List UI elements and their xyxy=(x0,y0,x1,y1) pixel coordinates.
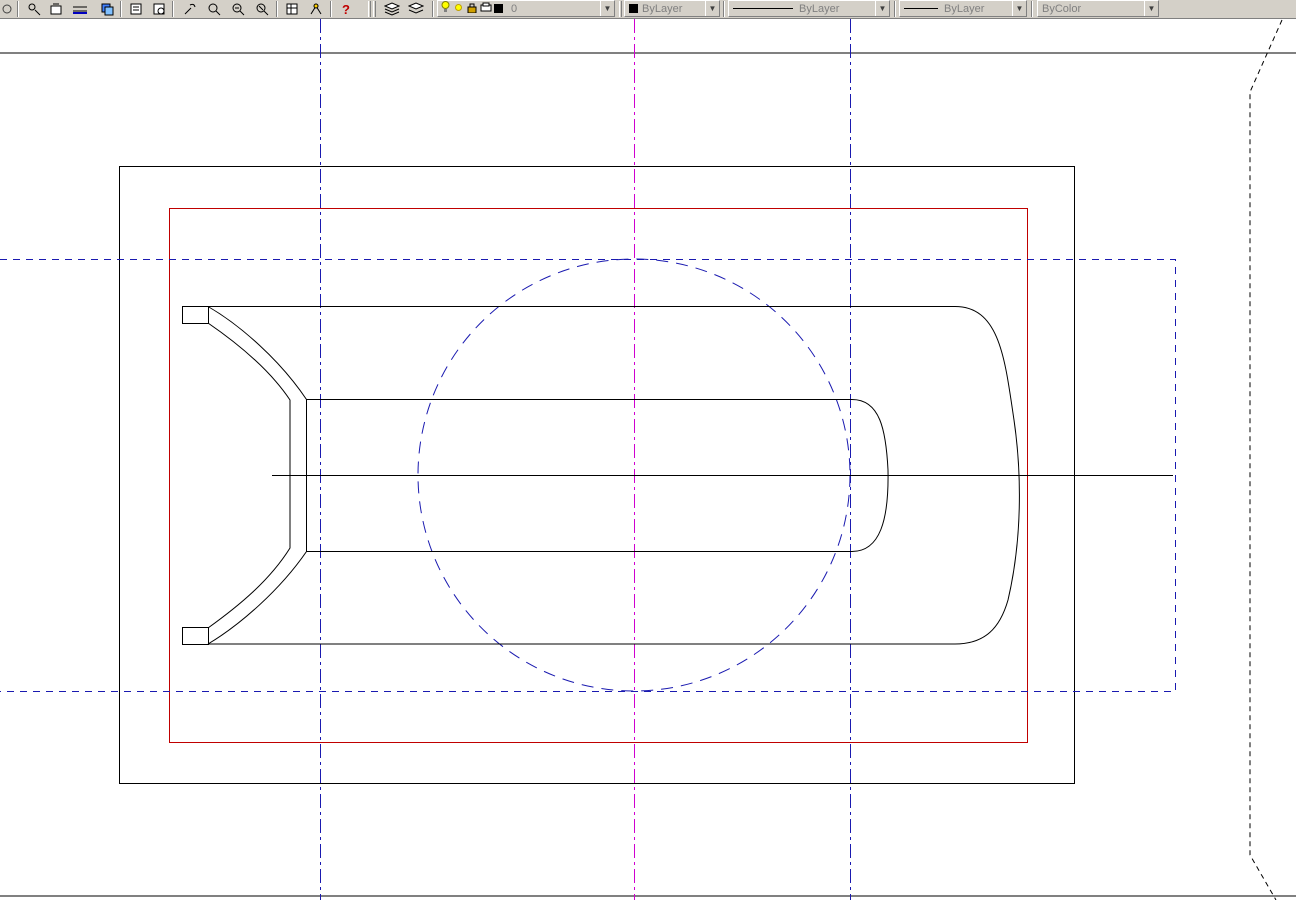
zoom-window-icon[interactable] xyxy=(204,0,224,18)
tool-palettes-icon[interactable] xyxy=(149,0,169,18)
canvas-background xyxy=(0,19,1296,900)
layer-dropdown[interactable]: 0 ▼ xyxy=(437,0,615,17)
zoom-previous-icon[interactable] xyxy=(228,0,248,18)
toolbar-separator xyxy=(894,1,896,17)
bulb-on-icon[interactable] xyxy=(441,1,450,16)
toolbar-separator xyxy=(1031,1,1033,17)
plotstyle-control-value: ByColor xyxy=(1042,2,1082,15)
color-control-dropdown[interactable]: ByLayer ▼ xyxy=(624,0,720,17)
lineweight-control-value: ByLayer xyxy=(944,2,985,15)
toolbar-separator xyxy=(432,1,434,17)
toolbar-grip[interactable] xyxy=(373,1,376,17)
lock-icon[interactable] xyxy=(467,2,477,16)
standard-toolbar: ? 0 ▼ ByLayer ▼ ByLayer ▼ ByLayer ▼ ByCo… xyxy=(0,0,1296,19)
linetype-control-value: ByLayer xyxy=(799,2,840,15)
plotstyle-control-dropdown[interactable]: ByColor ▼ xyxy=(1037,0,1159,17)
properties-match-icon[interactable] xyxy=(24,0,44,18)
zoom-extents-icon[interactable] xyxy=(252,0,272,18)
copy-icon[interactable] xyxy=(97,0,117,18)
color-control-value: ByLayer xyxy=(642,2,683,15)
toolbar-grip[interactable] xyxy=(619,1,622,17)
lineweight-control-dropdown[interactable]: ByLayer ▼ xyxy=(899,0,1027,17)
pan-icon[interactable] xyxy=(0,0,14,18)
toolbar-separator xyxy=(276,1,278,17)
toolbar-grip[interactable] xyxy=(368,1,371,17)
chevron-down-icon[interactable]: ▼ xyxy=(600,1,614,16)
color-swatch-icon xyxy=(629,4,638,14)
named-views-icon[interactable] xyxy=(126,0,146,18)
design-center-icon[interactable] xyxy=(306,0,326,18)
toolbar-separator xyxy=(17,1,19,17)
lineweight-preview xyxy=(904,8,938,10)
properties-icon[interactable] xyxy=(282,0,302,18)
current-layer-name: 0 xyxy=(511,2,518,15)
linetype-preview xyxy=(733,8,793,10)
toolbar-separator xyxy=(120,1,122,17)
plot-icon[interactable] xyxy=(480,2,492,16)
toolbar-separator xyxy=(172,1,174,17)
drawing-canvas[interactable] xyxy=(0,19,1296,900)
dimension-icon[interactable] xyxy=(70,0,90,18)
chevron-down-icon[interactable]: ▼ xyxy=(705,1,719,16)
chevron-down-icon[interactable]: ▼ xyxy=(1144,1,1158,16)
chevron-down-icon[interactable]: ▼ xyxy=(875,1,889,16)
layer-properties-icon[interactable] xyxy=(46,0,66,18)
zoom-realtime-icon[interactable] xyxy=(180,0,200,18)
layer-manager-icon[interactable] xyxy=(382,0,402,18)
color-swatch-icon xyxy=(494,3,507,15)
toolbar-separator xyxy=(723,1,725,17)
help-icon[interactable]: ? xyxy=(336,0,356,18)
sun-icon[interactable] xyxy=(453,2,464,16)
chevron-down-icon[interactable]: ▼ xyxy=(1012,1,1026,16)
toolbar-separator xyxy=(330,1,332,17)
layer-previous-icon[interactable] xyxy=(406,0,426,18)
linetype-control-dropdown[interactable]: ByLayer ▼ xyxy=(728,0,890,17)
